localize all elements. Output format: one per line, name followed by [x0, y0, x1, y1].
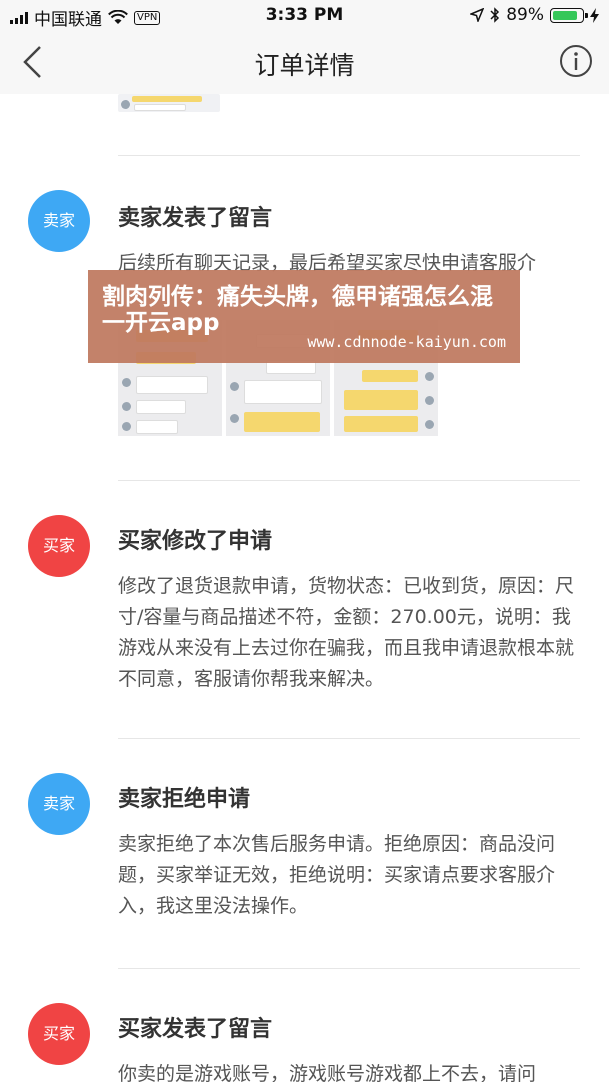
battery-percent: 89% — [506, 5, 544, 25]
chat-bubble — [134, 104, 186, 111]
page-title: 订单详情 — [254, 51, 355, 80]
nav-bar: 订单详情 — [0, 30, 609, 94]
chat-bubble — [136, 376, 208, 394]
entry-title: 卖家拒绝申请 — [118, 787, 251, 812]
chat-bubble — [344, 416, 418, 432]
chat-avatar — [425, 420, 434, 429]
location-arrow-icon — [470, 8, 485, 22]
divider — [118, 155, 580, 156]
entry-title: 买家发表了留言 — [118, 1017, 273, 1042]
chat-bubble — [136, 400, 186, 414]
status-right: 89% — [470, 5, 599, 25]
avatar-seller: 卖家 — [28, 190, 90, 252]
ad-banner[interactable]: 割肉列传：痛失头牌，德甲诸强怎么混一开云app www.cdnnode-kaiy… — [88, 270, 520, 363]
entry-body: 你卖的是游戏账号，游戏账号游戏都上不去，请问 — [118, 1063, 537, 1082]
chat-avatar — [122, 378, 131, 387]
chat-avatar — [122, 422, 131, 431]
chat-avatar — [425, 372, 434, 381]
banner-title: 割肉列传：痛失头牌，德甲诸强怎么混一开云app — [102, 284, 493, 336]
chat-bubble — [244, 412, 320, 432]
entry-title: 卖家发表了留言 — [118, 206, 273, 231]
battery-icon — [550, 7, 588, 23]
info-circle-icon[interactable] — [559, 44, 593, 78]
chat-bubble — [362, 370, 418, 382]
chat-bubble — [136, 420, 178, 434]
avatar-buyer: 买家 — [28, 515, 90, 577]
chat-avatar — [121, 100, 130, 109]
chat-avatar — [122, 402, 131, 411]
banner-url: www.cdnnode-kaiyun.com — [307, 333, 506, 351]
chat-screenshot-partial[interactable] — [118, 94, 220, 112]
entry-body: 卖家拒绝了本次售后服务申请。拒绝原因：商品没问题，买家举证无效，拒绝说明：买家请… — [118, 833, 556, 917]
chat-avatar — [230, 382, 239, 391]
divider — [118, 968, 580, 969]
entry-body: 修改了退货退款申请，货物状态：已收到货，原因：尺寸/容量与商品描述不符，金额：2… — [118, 575, 575, 690]
avatar-buyer: 买家 — [28, 1003, 90, 1065]
chat-avatar — [425, 396, 434, 405]
battery-fill — [553, 10, 577, 20]
avatar-seller: 卖家 — [28, 773, 90, 835]
entry-title: 买家修改了申请 — [118, 529, 273, 554]
chat-avatar — [230, 414, 239, 423]
charging-icon — [590, 7, 599, 23]
chat-bubble — [244, 380, 322, 404]
chat-bubble — [344, 390, 418, 410]
bluetooth-icon — [490, 7, 500, 23]
divider — [118, 738, 580, 739]
chat-bubble — [132, 96, 202, 102]
divider — [118, 480, 580, 481]
status-bar: 中国联通 VPN 3:33 PM 89% — [0, 0, 609, 30]
